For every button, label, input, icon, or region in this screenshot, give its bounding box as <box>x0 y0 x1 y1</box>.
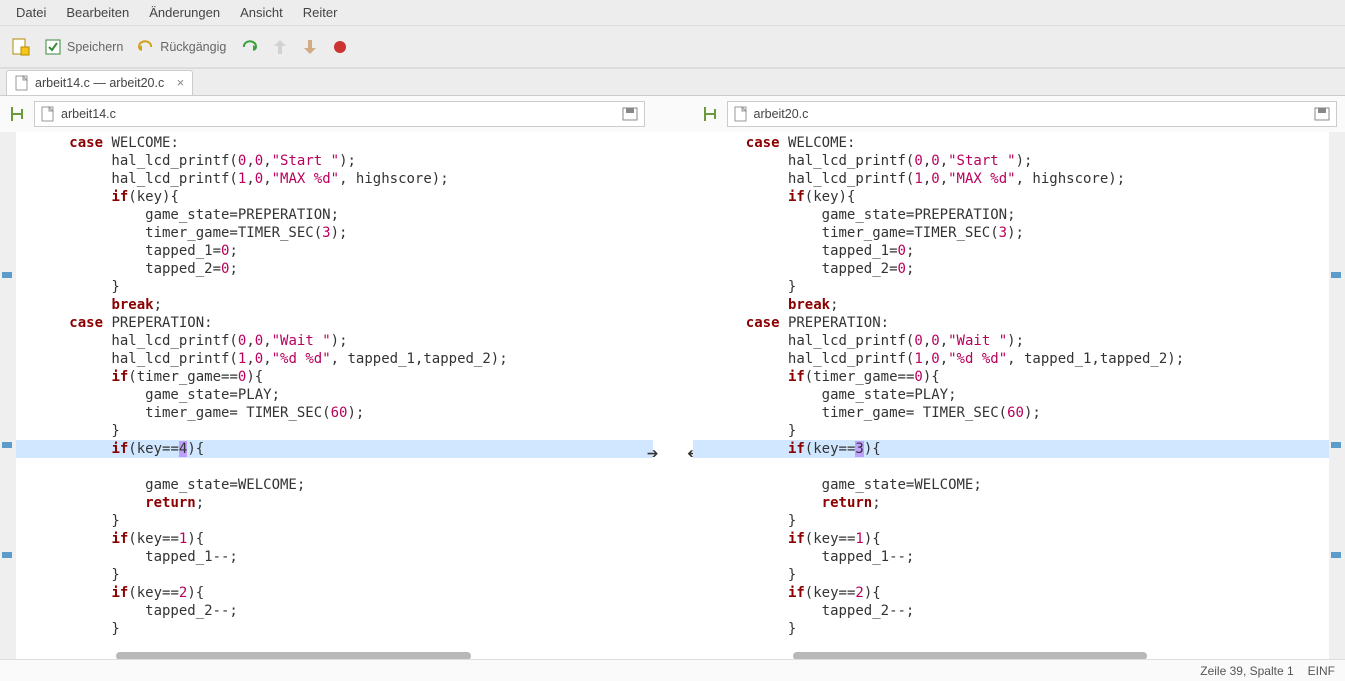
tab-diff[interactable]: arbeit14.c — arbeit20.c × <box>6 70 193 95</box>
redo-button[interactable] <box>240 40 258 54</box>
left-overview-gutter[interactable] <box>0 132 16 662</box>
right-code-pane[interactable]: case WELCOME: hal_lcd_printf(0,0,"Start … <box>693 132 1330 662</box>
vcs-icon-left[interactable] <box>8 105 26 123</box>
save-button[interactable]: Speichern <box>44 38 123 56</box>
menubar: Datei Bearbeiten Änderungen Ansicht Reit… <box>0 0 1345 26</box>
tab-label: arbeit14.c — arbeit20.c <box>35 76 164 90</box>
toolbar: Speichern Rückgängig <box>0 26 1345 68</box>
filebar: arbeit14.c arbeit20.c <box>0 96 1345 132</box>
file-icon <box>41 106 55 122</box>
right-file-input[interactable]: arbeit20.c <box>727 101 1338 127</box>
record-button[interactable] <box>332 39 348 55</box>
undo-button[interactable]: Rückgängig <box>137 40 226 54</box>
save-icon[interactable] <box>1314 107 1330 121</box>
right-overview-gutter[interactable] <box>1329 132 1345 662</box>
left-file-input[interactable]: arbeit14.c <box>34 101 645 127</box>
menu-changes[interactable]: Änderungen <box>139 2 230 23</box>
save-icon[interactable] <box>622 107 638 121</box>
down-button[interactable] <box>302 38 318 56</box>
menu-file[interactable]: Datei <box>6 2 56 23</box>
file-icon <box>734 106 748 122</box>
file-icon <box>15 75 29 91</box>
merge-center: ➔ ➔ <box>653 132 693 662</box>
statusbar: Zeile 39, Spalte 1 EINF <box>0 659 1345 681</box>
up-button[interactable] <box>272 38 288 56</box>
new-button[interactable] <box>10 37 30 57</box>
menu-view[interactable]: Ansicht <box>230 2 293 23</box>
left-code-pane[interactable]: case WELCOME: hal_lcd_printf(0,0,"Start … <box>16 132 653 662</box>
close-icon[interactable]: × <box>177 75 185 90</box>
insert-mode: EINF <box>1308 664 1335 678</box>
tabstrip: arbeit14.c — arbeit20.c × <box>0 68 1345 96</box>
menu-tabs[interactable]: Reiter <box>293 2 348 23</box>
diff-area: case WELCOME: hal_lcd_printf(0,0,"Start … <box>0 132 1345 662</box>
push-right-icon[interactable]: ➔ <box>647 445 659 462</box>
menu-edit[interactable]: Bearbeiten <box>56 2 139 23</box>
cursor-position: Zeile 39, Spalte 1 <box>1200 664 1293 678</box>
vcs-icon-right[interactable] <box>701 105 719 123</box>
